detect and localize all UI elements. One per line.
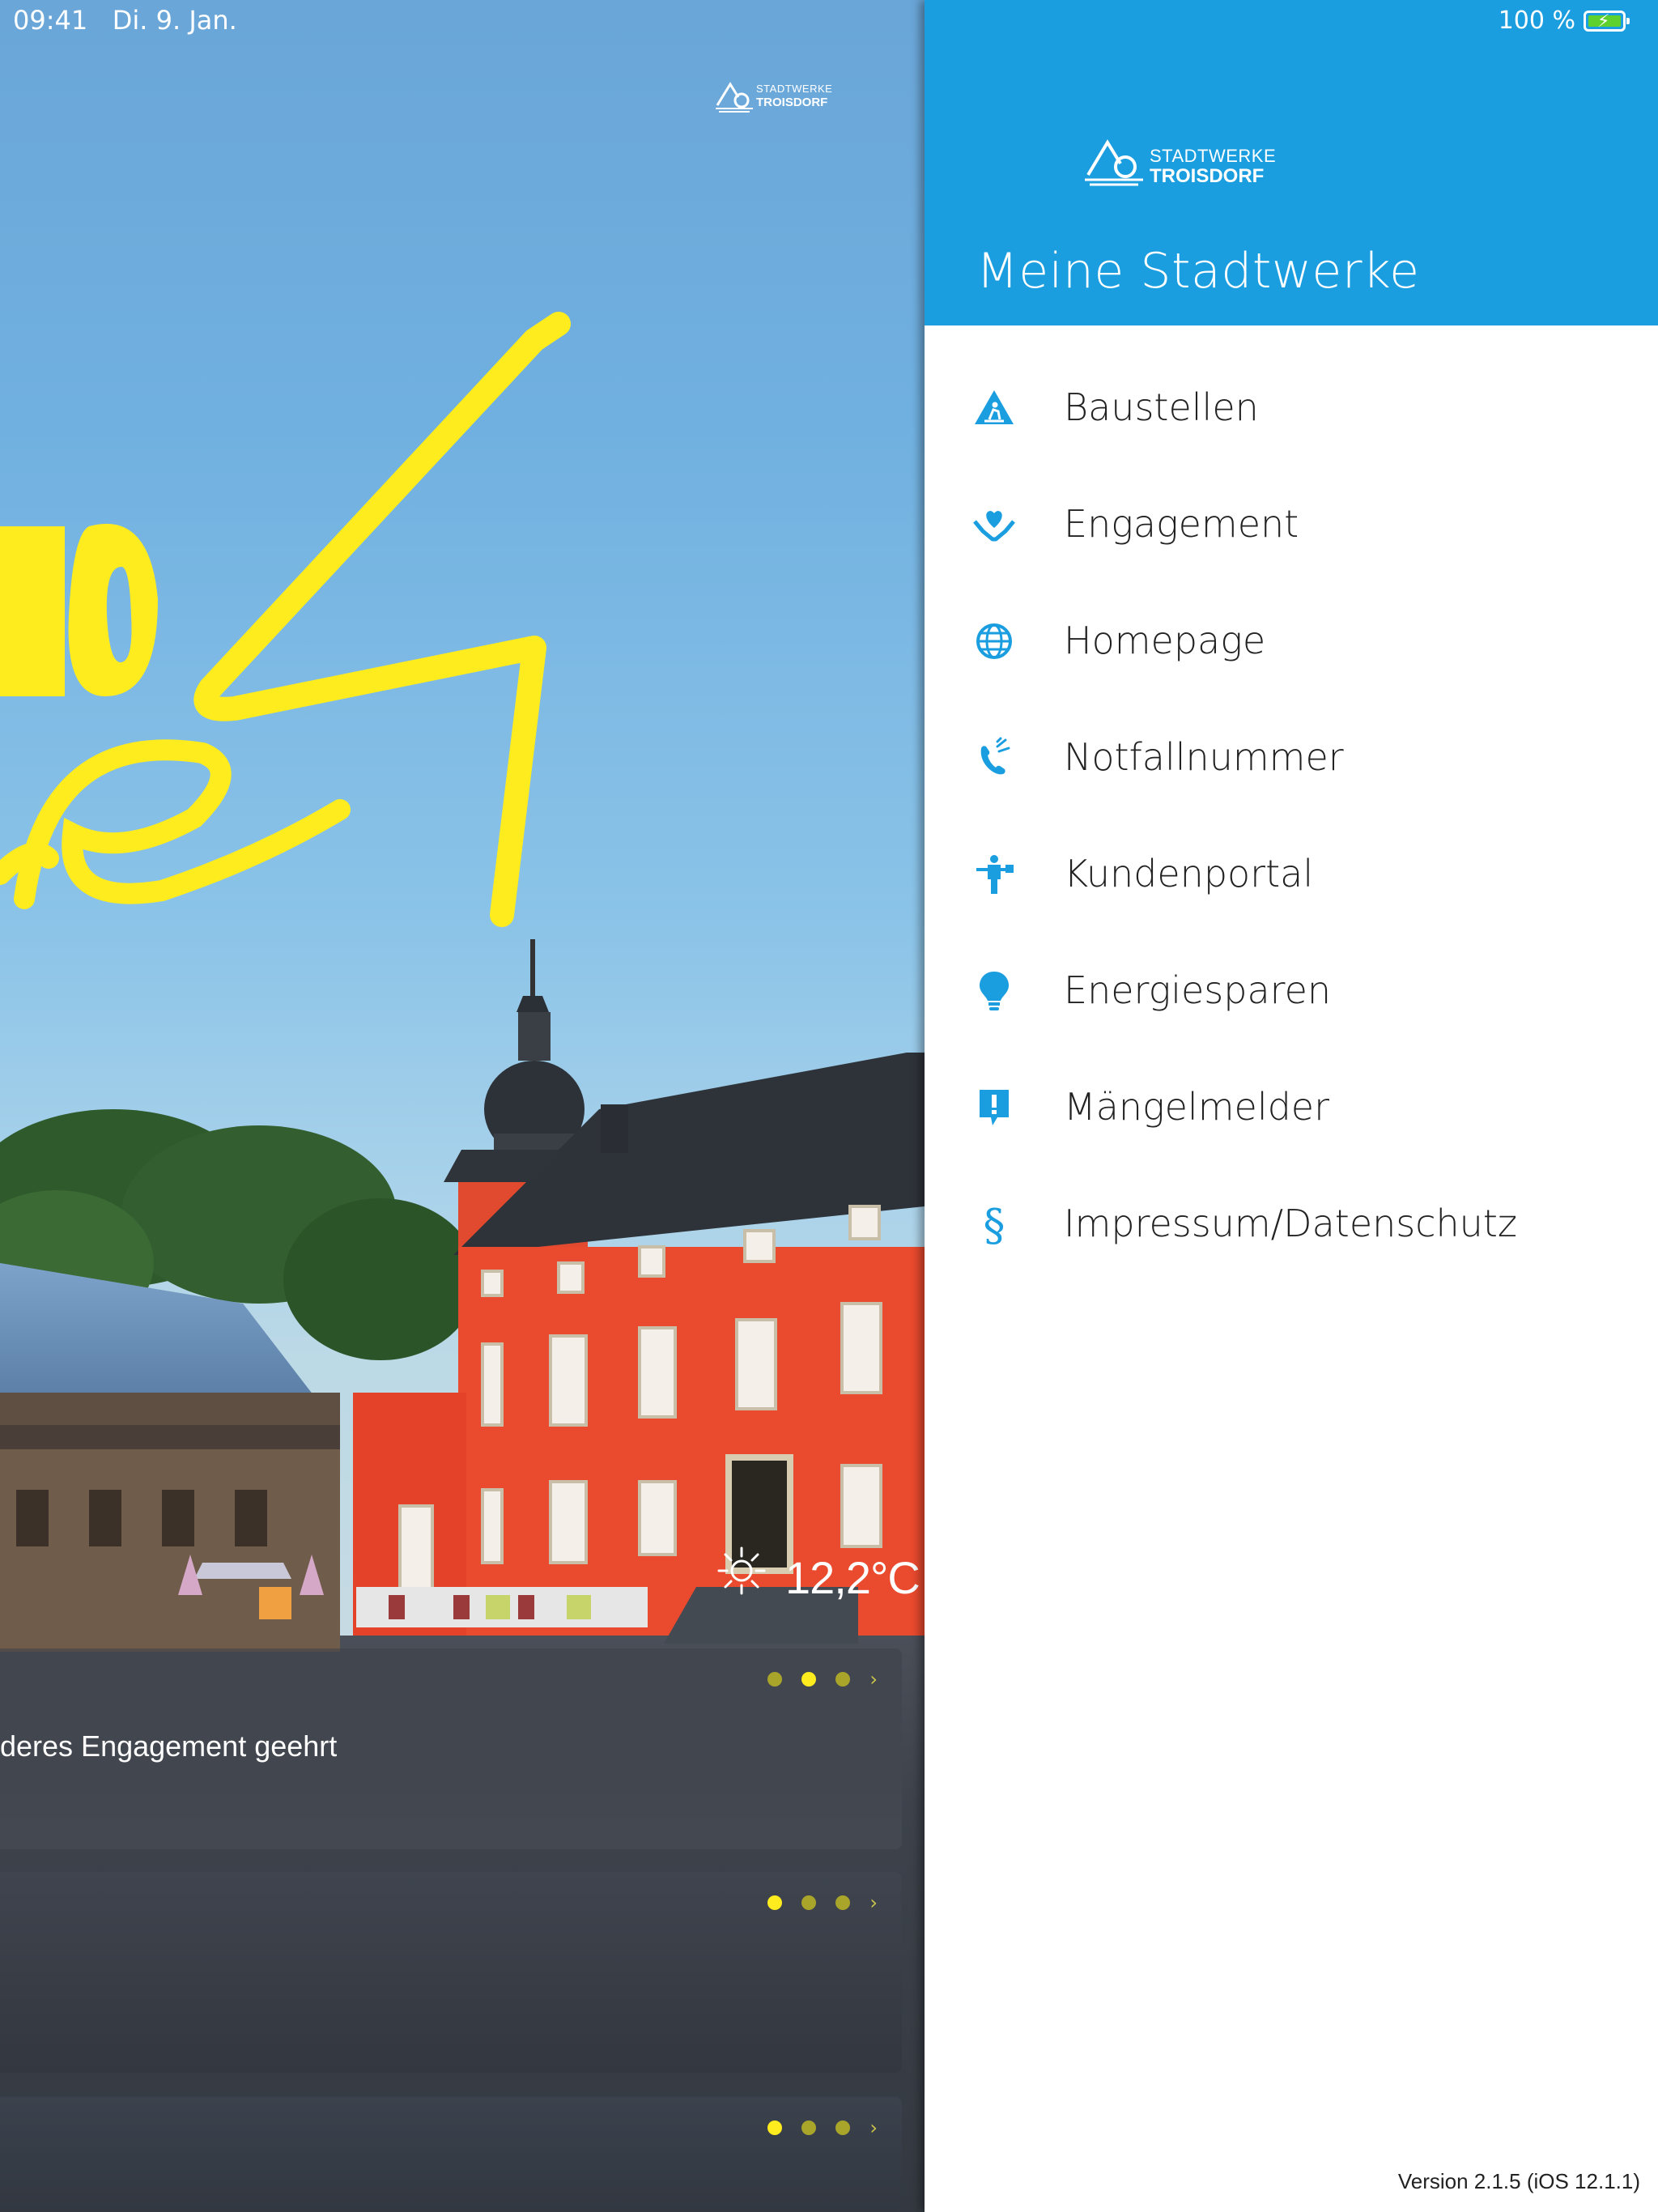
lightbulb-icon (980, 972, 1009, 1010)
menu-item-homepage[interactable]: Homepage (925, 583, 1658, 700)
page-dot-active (801, 1672, 817, 1687)
page-indicator: › (767, 1668, 878, 1691)
menu-item-label: Energiesparen (1064, 968, 1332, 1012)
menu-item-kundenportal[interactable]: Kundenportal (925, 816, 1658, 933)
battery-percent: 100 % (1498, 6, 1575, 35)
news-card-title: deres Engagement geehrt (0, 1729, 338, 1763)
page-dot (835, 1672, 851, 1687)
page-dot-active (767, 2121, 783, 2135)
status-date: Di. 9. Jan. (112, 5, 237, 36)
menu-item-label: Homepage (1064, 619, 1266, 662)
menu-item-label: Engagement (1064, 502, 1299, 546)
menu-item-label: Mängelmelder (1064, 1085, 1330, 1129)
chevron-right-icon[interactable]: › (869, 1891, 878, 1914)
battery-icon: ⚡ (1584, 10, 1630, 32)
news-card[interactable]: › (0, 1872, 902, 2073)
logo-text-bottom: TROISDORF (1150, 165, 1265, 187)
logo-mark-icon (716, 82, 753, 113)
menu-item-engagement[interactable]: Engagement (925, 466, 1658, 583)
page-dot (835, 1895, 851, 1910)
logo-text-bottom: TROISDORF (756, 96, 828, 109)
menu-item-label: Notfallnummer (1064, 735, 1344, 779)
logo-text-top: STADTWERKE (1150, 146, 1277, 166)
page-indicator: › (767, 1891, 878, 1914)
menu-item-energiesparen[interactable]: Energiesparen (925, 933, 1658, 1049)
news-card[interactable]: › deres Engagement geehrt (0, 1648, 902, 1849)
stone-hall (0, 1263, 340, 1652)
menu-item-maengelmelder[interactable]: Mängelmelder (925, 1049, 1658, 1166)
menu-item-baustellen[interactable]: Baustellen (925, 350, 1658, 466)
alert-message-icon (980, 1090, 1009, 1125)
drawer-header: STADTWERKE TROISDORF Meine Stadtwerke 10… (925, 0, 1658, 325)
drawer-title: Meine Stadtwerke (976, 243, 1420, 300)
page-dot (835, 2121, 851, 2135)
page-indicator: › (767, 2116, 878, 2139)
phone-icon (980, 737, 1010, 775)
weather-widget[interactable]: 12,2°C (716, 1545, 920, 1603)
heart-hands-icon (973, 511, 1015, 542)
version-info: Version 2.1.5 (iOS 12.1.1) (1397, 2169, 1640, 2193)
chevron-right-icon[interactable]: › (869, 1668, 878, 1691)
side-menu-drawer: STADTWERKE TROISDORF Meine Stadtwerke 10… (925, 0, 1658, 2212)
menu-item-label: Baustellen (1064, 385, 1259, 429)
chevron-right-icon[interactable]: › (869, 2116, 878, 2139)
logo-text-top: STADTWERKE (756, 83, 833, 95)
page-dot-active (767, 1895, 783, 1910)
status-time: 09:41 (13, 5, 88, 36)
stadtwerke-logo: STADTWERKE TROISDORF (1083, 134, 1276, 188)
sun-icon (717, 1546, 766, 1595)
svg-text:§: § (984, 1203, 1005, 1245)
page-dot (801, 2121, 817, 2135)
news-card[interactable]: › (0, 2097, 902, 2212)
menu-item-label: Kundenportal (1064, 852, 1314, 895)
customer-person-icon (976, 855, 1014, 894)
temperature-value: 12,2°C (785, 1552, 920, 1603)
page-dot (767, 1672, 783, 1687)
logo-mark-icon (1085, 139, 1143, 186)
status-bar-time-date: 09:41 Di. 9. Jan. (13, 5, 237, 36)
menu-item-notfallnummer[interactable]: Notfallnummer (925, 700, 1658, 816)
menu-item-label: Impressum/Datenschutz (1064, 1202, 1518, 1245)
menu-item-impressum[interactable]: § Impressum/Datenschutz (925, 1166, 1658, 1283)
paragraph-icon: § (984, 1203, 1005, 1245)
stadtwerke-logo-small: STADTWERKE TROISDORF (714, 79, 834, 113)
construction-warning-icon (975, 390, 1014, 424)
page-dot (801, 1895, 817, 1910)
yellow-lettering-artwork (0, 312, 571, 927)
globe-icon (976, 623, 1012, 659)
status-bar-battery: 100 % ⚡ (1498, 6, 1630, 35)
home-background: 09:41 Di. 9. Jan. STADTWERKE TROISDORF 1… (0, 0, 925, 2212)
